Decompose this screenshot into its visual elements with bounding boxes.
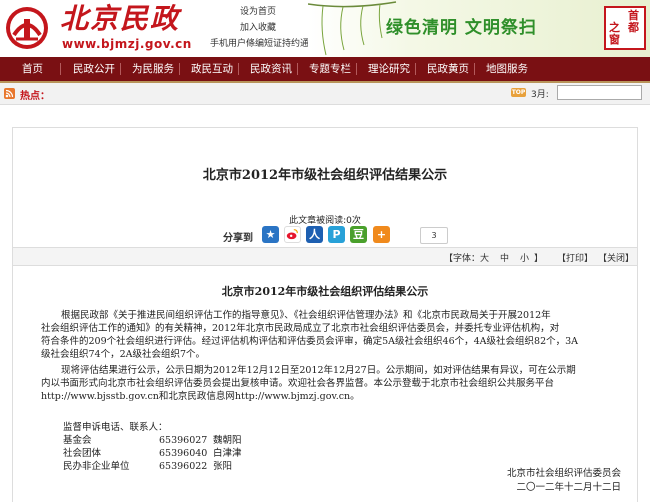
paragraph-line: 现将评估结果进行公示，公示日期为2012年12月12日至2012年12月27日。… — [61, 365, 576, 376]
contact-name: 张阳 — [213, 461, 233, 472]
header-banner: 绿色清明 文明祭扫 首都 之窗 — [308, 0, 650, 57]
nav-divider — [474, 63, 475, 75]
nav-item-disclosure[interactable]: 民政公开 — [73, 57, 115, 81]
view-count: 此文章被阅读:0次 — [289, 216, 361, 226]
article-container: 北京市2012年市级社会组织评估结果公示 此文章被阅读:0次 分享到 ★ 人 P… — [12, 127, 638, 502]
share-qzone-button[interactable]: ★ — [262, 226, 279, 243]
article-toolbar: 【字体： 大 中 小 】 【打印】 【关闭】 — [13, 247, 637, 266]
close-button[interactable]: 【关闭】 — [598, 251, 634, 264]
nav-item-home[interactable]: 首页 — [22, 57, 43, 81]
nav-divider — [60, 63, 61, 75]
paragraph-line: 内以书面形式向北京市社会组织评估委员会提出复核申请。欢迎社会各界监督。本公示登载… — [41, 378, 555, 389]
top-badge: TOP — [511, 88, 526, 97]
month-label: 3月: — [531, 90, 549, 100]
search-input[interactable] — [557, 85, 642, 100]
font-size-close-bracket: 】 — [534, 254, 544, 264]
signature-org: 北京市社会组织评估委员会 — [506, 468, 621, 479]
renren-icon: 人 — [309, 228, 320, 241]
print-button[interactable]: 【打印】 — [557, 251, 593, 264]
civil-affairs-emblem-icon — [6, 7, 48, 49]
share-douban-button[interactable]: 豆 — [350, 226, 367, 243]
article-paragraph-2: 现将评估结果进行公示，公示日期为2012年12月12日至2012年12月27日。… — [41, 364, 621, 403]
contact-category: 社会团体 — [63, 448, 102, 459]
set-homepage-link[interactable]: 设为首页 — [210, 4, 318, 20]
banner-slogan: 绿色清明 文明祭扫 — [386, 18, 537, 38]
contact-heading-text: 监督申诉电话、联系人： — [63, 422, 168, 433]
capital-window-seal[interactable]: 首都 之窗 — [604, 6, 646, 50]
share-pengyou-button[interactable]: P — [328, 226, 345, 243]
font-small-button[interactable]: 小 — [520, 251, 529, 264]
main-nav: 首页 民政公开 为民服务 政民互动 民政资讯 专题专栏 理论研究 民政黄页 地图… — [0, 57, 650, 83]
nav-divider — [415, 63, 416, 75]
nav-divider — [179, 63, 180, 75]
contact-phone: 65396027 — [159, 435, 208, 446]
nav-item-yellowpages[interactable]: 民政黄页 — [427, 57, 469, 81]
contact-category: 民办非企业单位 — [63, 461, 130, 472]
rss-icon — [4, 88, 15, 99]
paragraph-line: 根据民政部《关于推进民间组织评估工作的指导意见》、《社会组织评估管理办法》和《北… — [61, 310, 551, 321]
article-paragraph-1: 根据民政部《关于推进民间组织评估工作的指导意见》、《社会组织评估管理办法》和《北… — [41, 309, 621, 361]
share-renren-button[interactable]: 人 — [306, 226, 323, 243]
contact-phone: 65396040 — [159, 448, 208, 459]
font-medium-button[interactable]: 中 — [500, 251, 509, 264]
quick-links: 设为首页 加入收藏 手机用户條编短证持约通道 — [210, 4, 318, 52]
nav-item-map[interactable]: 地图服务 — [486, 57, 528, 81]
nav-divider — [120, 63, 121, 75]
paragraph-line: 社会组织评估工作的通知》的有关精神，2012年北京市民政局成立了北京市社会组织评… — [41, 323, 560, 334]
logo-url: www.bjmzj.gov.cn — [62, 37, 192, 51]
contact-name: 白津津 — [213, 448, 242, 459]
page-title: 北京市2012年市级社会组织评估结果公示 — [202, 168, 448, 183]
paragraph-line: 符合条件的209个社会组织进行评估。经过评估机构评估和评估委员会评审，确定5A级… — [41, 336, 579, 347]
mobile-channel-link[interactable]: 手机用户條编短证持约通道 — [210, 36, 318, 52]
site-header: 北京民政 www.bjmzj.gov.cn 设为首页 加入收藏 手机用户條编短证… — [0, 0, 650, 57]
p-icon: P — [332, 228, 341, 241]
font-size-label: 【字体： — [444, 254, 481, 264]
contact-row: 社会团体 65396040 白津津 — [63, 447, 363, 460]
add-favorite-link[interactable]: 加入收藏 — [210, 20, 318, 36]
seal-line-1: 首都 — [628, 9, 639, 34]
weibo-icon — [286, 229, 298, 240]
contact-name: 魏朝阳 — [213, 435, 242, 446]
signature-date: 二〇一二年十二月十二日 — [516, 482, 621, 493]
douban-icon: 豆 — [353, 228, 364, 241]
nav-item-research[interactable]: 理论研究 — [368, 57, 410, 81]
share-label: 分享到 — [223, 233, 253, 244]
nav-item-interaction[interactable]: 政民互动 — [191, 57, 233, 81]
paragraph-line: 级社会组织74个，2A级社会组织7个。 — [41, 349, 206, 360]
nav-divider — [238, 63, 239, 75]
willow-branch-icon — [308, 1, 397, 56]
hot-topics-bar: 热点： TOP 3月: — [0, 83, 650, 105]
nav-item-services[interactable]: 为民服务 — [132, 57, 174, 81]
share-count: 3 — [420, 227, 448, 244]
contact-row: 基金会 65396027 魏朝阳 — [63, 434, 363, 447]
plus-icon: + — [376, 228, 387, 241]
paragraph-line: http://www.bjsstb.gov.cn和北京民政信息网http://w… — [41, 391, 360, 402]
contact-heading: 监督申诉电话、联系人： — [63, 421, 363, 434]
nav-item-news[interactable]: 民政资讯 — [250, 57, 292, 81]
nav-divider — [356, 63, 357, 75]
article-title: 北京市2012年市级社会组织评估结果公示 — [221, 285, 429, 298]
site-logo[interactable]: 北京民政 www.bjmzj.gov.cn — [4, 3, 204, 55]
nav-item-topics[interactable]: 专题专栏 — [309, 57, 351, 81]
font-large-button[interactable]: 大 — [480, 251, 489, 264]
star-icon: ★ — [265, 228, 276, 241]
share-weibo-button[interactable] — [284, 226, 301, 243]
share-more-button[interactable]: + — [373, 226, 390, 243]
hot-label: 热点： — [20, 91, 50, 102]
contact-phone: 65396022 — [159, 461, 208, 472]
contact-category: 基金会 — [63, 435, 92, 446]
contact-row: 民办非企业单位 65396022 张阳 — [63, 460, 363, 473]
logo-title: 北京民政 — [60, 2, 181, 35]
page: 北京民政 www.bjmzj.gov.cn 设为首页 加入收藏 手机用户條编短证… — [0, 0, 650, 502]
nav-divider — [297, 63, 298, 75]
seal-line-2: 之窗 — [609, 21, 620, 46]
contact-list: 监督申诉电话、联系人： 基金会 65396027 魏朝阳 社会团体 653960… — [63, 421, 363, 473]
